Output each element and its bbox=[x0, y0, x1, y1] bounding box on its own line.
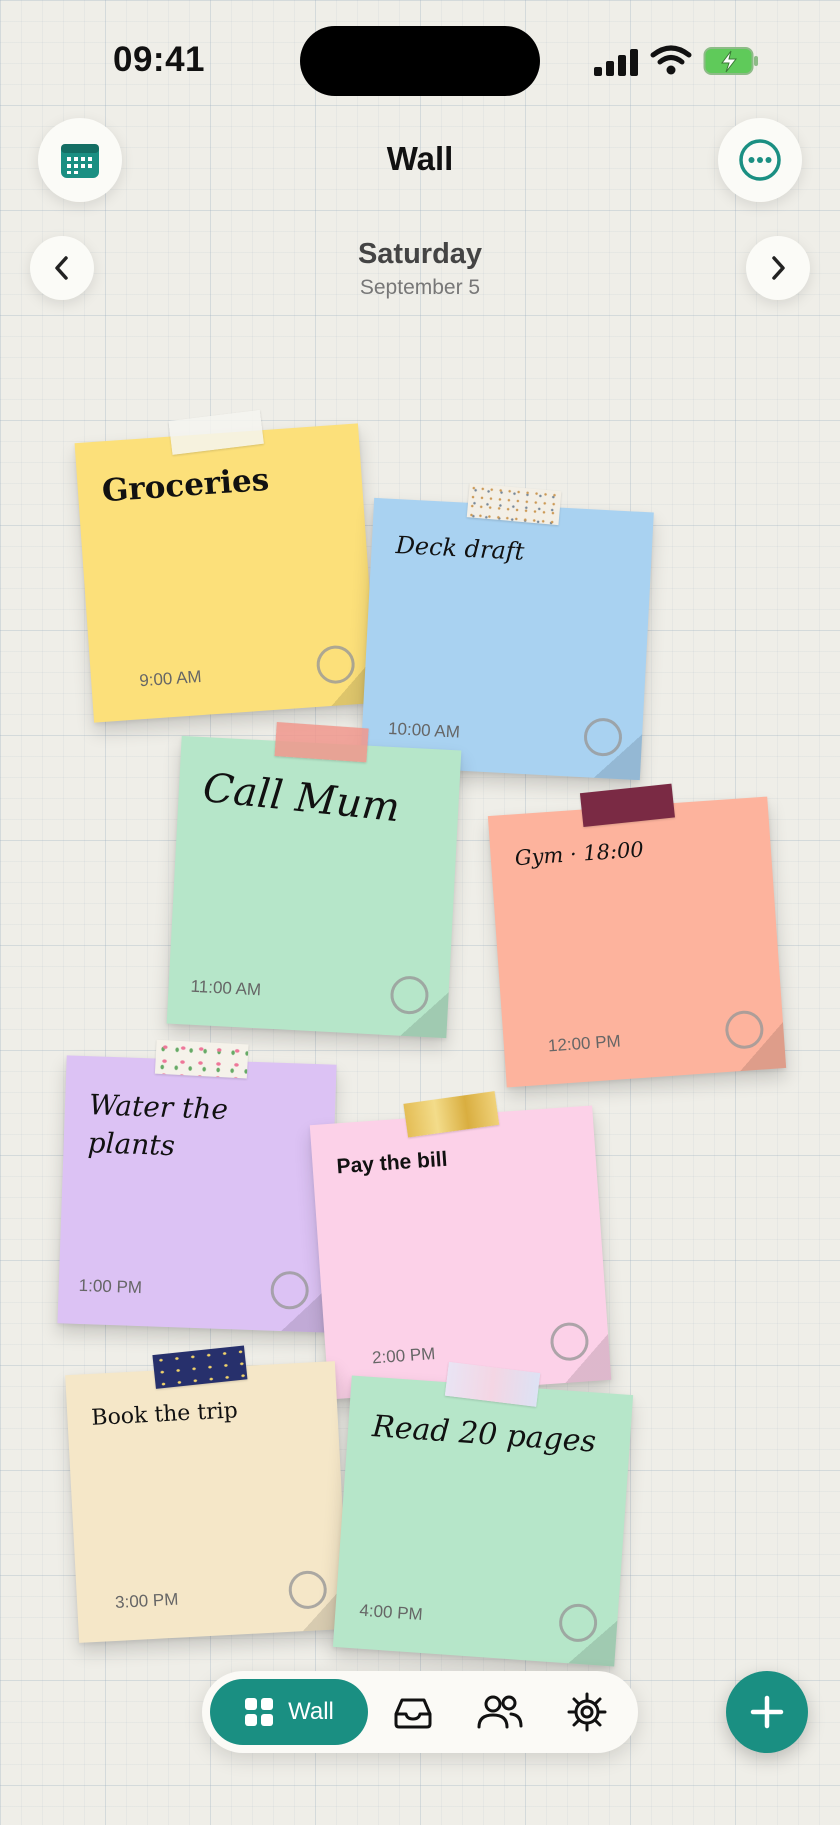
note-deck-draft[interactable]: Deck draft 10:00 AM bbox=[360, 483, 654, 781]
page-curl bbox=[568, 1617, 618, 1667]
note-time: 2:00 PM bbox=[371, 1344, 436, 1368]
washi-tape bbox=[579, 783, 675, 828]
note-title: Read 20 pages bbox=[371, 1409, 598, 1460]
date-label: September 5 bbox=[359, 276, 481, 299]
inbox-icon[interactable] bbox=[392, 1691, 434, 1733]
more-button[interactable] bbox=[718, 118, 802, 202]
page-curl bbox=[400, 989, 449, 1039]
status-time: 09:41 bbox=[113, 40, 206, 79]
note-time: 1:00 PM bbox=[78, 1275, 143, 1298]
washi-tape bbox=[274, 722, 369, 763]
note-time: 4:00 PM bbox=[358, 1600, 424, 1624]
note-title: Water the plants bbox=[87, 1088, 229, 1162]
washi-tape bbox=[154, 1039, 249, 1079]
page-curl bbox=[562, 1333, 612, 1384]
note-gym[interactable]: Gym · 18:00 12:00 PM bbox=[487, 783, 787, 1088]
tab-wall-label: Wall bbox=[288, 1698, 334, 1725]
tab-bar: Wall bbox=[202, 1671, 638, 1753]
tab-wall[interactable]: Wall bbox=[210, 1679, 368, 1745]
note-time: 11:00 AM bbox=[190, 976, 262, 1000]
note-title: Groceries bbox=[100, 461, 271, 510]
add-note-button[interactable] bbox=[726, 1671, 808, 1753]
page-curl bbox=[593, 731, 643, 781]
note-title: Gym · 18:00 bbox=[514, 837, 645, 871]
ellipsis-icon bbox=[739, 139, 781, 181]
battery-icon bbox=[703, 47, 758, 75]
washi-tape bbox=[466, 483, 562, 526]
note-pay-bill[interactable]: Pay the bill 2:00 PM bbox=[309, 1091, 612, 1400]
note-title: Book the trip bbox=[90, 1398, 239, 1431]
dynamic-island bbox=[300, 26, 540, 96]
note-time: 12:00 PM bbox=[547, 1031, 622, 1056]
note-title: Call Mum bbox=[200, 764, 402, 832]
note-call-mum[interactable]: Call Mum 11:00 AM bbox=[166, 722, 462, 1039]
note-time: 3:00 PM bbox=[114, 1589, 179, 1612]
washi-tape bbox=[152, 1345, 248, 1389]
next-day-button[interactable] bbox=[746, 236, 810, 300]
people-icon[interactable] bbox=[476, 1691, 524, 1733]
note-title: Deck draft bbox=[395, 531, 526, 566]
chevron-right-icon bbox=[772, 256, 785, 280]
grid-icon bbox=[245, 1698, 274, 1726]
note-title: Pay the bill bbox=[335, 1147, 449, 1179]
signal-icon bbox=[594, 46, 640, 76]
status-bar: 09:41 bbox=[0, 0, 840, 120]
settings-gear-icon[interactable] bbox=[566, 1691, 608, 1733]
day-label: Saturday bbox=[357, 238, 483, 270]
page-title: Wall bbox=[386, 140, 454, 177]
plus-icon bbox=[750, 1695, 784, 1729]
note-water-plants[interactable]: Water the plants 1:00 PM bbox=[57, 1039, 337, 1333]
note-time: 9:00 AM bbox=[138, 666, 203, 691]
page-curl bbox=[737, 1022, 787, 1072]
note-read-pages[interactable]: Read 20 pages 4:00 PM bbox=[332, 1361, 634, 1667]
note-groceries[interactable]: Groceries 9:00 AM bbox=[74, 409, 378, 723]
washi-tape bbox=[168, 409, 264, 455]
note-book-trip[interactable]: Book the trip 3:00 PM bbox=[65, 1345, 349, 1643]
washi-tape bbox=[402, 1091, 499, 1138]
wifi-icon bbox=[650, 45, 692, 75]
note-time: 10:00 AM bbox=[387, 718, 461, 742]
